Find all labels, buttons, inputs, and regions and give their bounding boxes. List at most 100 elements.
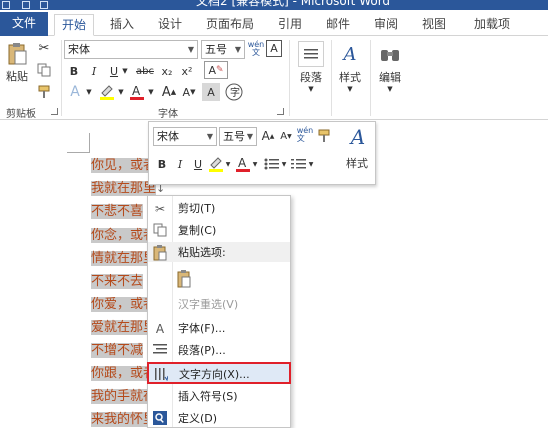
chevron-down-icon[interactable]: ▼ bbox=[116, 84, 126, 100]
superscript-button[interactable]: x² bbox=[178, 63, 196, 79]
tab-mailings[interactable]: 邮件 bbox=[320, 14, 356, 36]
styles-button[interactable]: 样式 bbox=[334, 70, 366, 84]
cut-icon[interactable]: ✂ bbox=[36, 40, 52, 56]
font-group-label: 字体 bbox=[158, 109, 178, 120]
font-size-combo[interactable]: 五号 ▼ bbox=[201, 40, 245, 59]
tab-insert[interactable]: 插入 bbox=[104, 14, 140, 36]
font-color-icon[interactable]: A bbox=[128, 82, 146, 102]
document-line[interactable]: 不增不减 bbox=[91, 340, 144, 362]
bullets-icon[interactable] bbox=[263, 155, 281, 173]
chevron-down-icon[interactable]: ▼ bbox=[224, 157, 232, 171]
chevron-down-icon[interactable]: ▼ bbox=[345, 84, 355, 94]
tab-home[interactable]: 开始 bbox=[54, 14, 94, 36]
paragraph-button[interactable]: 段落 bbox=[294, 70, 328, 84]
define-icon bbox=[152, 411, 168, 427]
font-name-value: 宋体 bbox=[68, 43, 90, 56]
mini-toolbar: 宋体 ▼ 五号 ▼ A ▲ A ▼ wén 文 A 样式 B I U ▼ A ▼ ▼… bbox=[148, 121, 376, 185]
character-border-icon[interactable]: A bbox=[266, 40, 282, 57]
text-effects-icon[interactable]: A bbox=[66, 83, 84, 101]
font-launcher-icon[interactable] bbox=[277, 108, 284, 115]
document-line[interactable]: 不悲不喜 bbox=[91, 201, 144, 223]
chevron-down-icon[interactable]: ▼ bbox=[306, 84, 316, 94]
enclose-characters-icon[interactable]: 字 bbox=[224, 82, 244, 102]
styles-icon[interactable]: A bbox=[345, 125, 371, 149]
bold-button[interactable]: B bbox=[155, 156, 169, 172]
paste-button[interactable]: 粘贴 bbox=[2, 69, 32, 83]
grow-font-icon[interactable]: A ▲ bbox=[160, 83, 178, 101]
context-menu: ✂ 剪切(T) 复制(C) 粘贴选项: 汉字重选(V) A 字体(F)... 段… bbox=[147, 195, 291, 428]
menu-item-font[interactable]: A 字体(F)... bbox=[148, 318, 290, 340]
italic-button[interactable]: I bbox=[86, 63, 102, 79]
chevron-down-icon[interactable]: ▼ bbox=[251, 157, 259, 171]
group-divider bbox=[61, 40, 62, 116]
menu-item-reconvert[interactable]: 汉字重选(V) bbox=[148, 294, 290, 316]
text-direction-icon bbox=[153, 367, 169, 383]
paste-icon[interactable] bbox=[3, 42, 31, 66]
chevron-down-icon[interactable]: ▼ bbox=[307, 157, 315, 171]
tab-view[interactable]: 视图 bbox=[416, 14, 452, 36]
character-shading-icon[interactable]: A bbox=[202, 83, 220, 101]
menu-item-define[interactable]: 定义(D) bbox=[148, 408, 290, 428]
shrink-font-icon[interactable]: A ▼ bbox=[180, 83, 198, 101]
menu-item-paste-options: 粘贴选项: bbox=[148, 242, 290, 264]
phonetic-guide-button[interactable]: wén 文 bbox=[296, 125, 314, 145]
shrink-font-icon[interactable]: A ▼ bbox=[278, 127, 294, 145]
format-painter-icon[interactable] bbox=[316, 127, 332, 145]
group-divider bbox=[331, 40, 332, 116]
grow-font-icon[interactable]: A ▲ bbox=[260, 127, 276, 145]
bold-button[interactable]: B bbox=[66, 63, 82, 79]
title-bar: 文档2 [兼容模式] - Microsoft Word bbox=[0, 0, 548, 10]
menu-item-text-direction[interactable]: 文字方向(X)... bbox=[147, 362, 291, 384]
chevron-down-icon[interactable]: ▼ bbox=[146, 84, 156, 100]
menu-item-paragraph[interactable]: 段落(P)... bbox=[148, 340, 290, 362]
chevron-down-icon[interactable]: ▼ bbox=[280, 157, 288, 171]
svg-text:字: 字 bbox=[230, 86, 240, 99]
font-color-icon[interactable]: A bbox=[234, 154, 252, 174]
menu-item-insert-symbol[interactable]: 插入符号(S) bbox=[148, 386, 290, 408]
menu-item-cut[interactable]: ✂ 剪切(T) bbox=[148, 198, 290, 220]
binoculars-icon[interactable] bbox=[378, 42, 402, 66]
tab-references[interactable]: 引用 bbox=[272, 14, 308, 36]
tab-addins[interactable]: 加载项 bbox=[464, 14, 520, 36]
mini-font-size-combo[interactable]: 五号 ▼ bbox=[219, 127, 257, 146]
tab-page-layout[interactable]: 页面布局 bbox=[200, 14, 260, 36]
paste-keep-text-option[interactable] bbox=[148, 266, 290, 292]
numbering-icon[interactable] bbox=[290, 155, 308, 173]
mini-font-name-combo[interactable]: 宋体 ▼ bbox=[153, 127, 217, 146]
styles-icon[interactable]: A bbox=[338, 41, 362, 67]
strikethrough-button[interactable]: abc bbox=[134, 63, 156, 79]
tab-review[interactable]: 审阅 bbox=[368, 14, 404, 36]
undo-icon[interactable] bbox=[40, 1, 48, 9]
chevron-down-icon[interactable]: ▼ bbox=[185, 41, 197, 58]
copy-icon[interactable] bbox=[36, 62, 52, 78]
editing-button[interactable]: 编辑 bbox=[374, 70, 406, 84]
menu-item-copy[interactable]: 复制(C) bbox=[148, 220, 290, 242]
mini-font-name-value: 宋体 bbox=[157, 130, 179, 143]
group-divider bbox=[370, 40, 371, 116]
phonetic-guide-button[interactable]: wén 文 bbox=[247, 39, 265, 59]
chevron-down-icon[interactable]: ▼ bbox=[244, 128, 256, 145]
document-line[interactable]: 你见，或者 bbox=[91, 155, 157, 177]
subscript-button[interactable]: x₂ bbox=[158, 63, 176, 79]
save-icon[interactable] bbox=[22, 1, 30, 9]
chevron-down-icon[interactable]: ▼ bbox=[232, 41, 244, 58]
chevron-down-icon[interactable]: ▼ bbox=[120, 63, 130, 79]
highlight-color-icon[interactable] bbox=[98, 82, 116, 102]
document-line[interactable]: 不来不去 bbox=[91, 271, 144, 293]
chevron-down-icon[interactable]: ▼ bbox=[385, 84, 395, 94]
chevron-down-icon[interactable]: ▼ bbox=[84, 84, 94, 100]
underline-button[interactable]: U bbox=[191, 156, 205, 172]
font-name-combo[interactable]: 宋体 ▼ bbox=[64, 40, 198, 59]
chevron-down-icon[interactable]: ▼ bbox=[204, 128, 216, 145]
tab-file[interactable]: 文件 bbox=[0, 12, 48, 36]
format-painter-icon[interactable] bbox=[36, 84, 52, 100]
highlight-color-icon[interactable] bbox=[207, 154, 225, 174]
mini-styles-button[interactable]: 样式 bbox=[341, 156, 373, 170]
ribbon-tab-row: 文件 开始 插入 设计 页面布局 引用 邮件 审阅 视图 加载项 bbox=[0, 10, 548, 36]
tab-design[interactable]: 设计 bbox=[152, 14, 188, 36]
italic-button[interactable]: I bbox=[173, 156, 187, 172]
font-icon: A bbox=[155, 322, 165, 336]
clipboard-launcher-icon[interactable] bbox=[51, 108, 58, 115]
paragraph-icon[interactable] bbox=[298, 41, 324, 67]
clear-formatting-icon[interactable]: A ✎ bbox=[204, 61, 228, 79]
